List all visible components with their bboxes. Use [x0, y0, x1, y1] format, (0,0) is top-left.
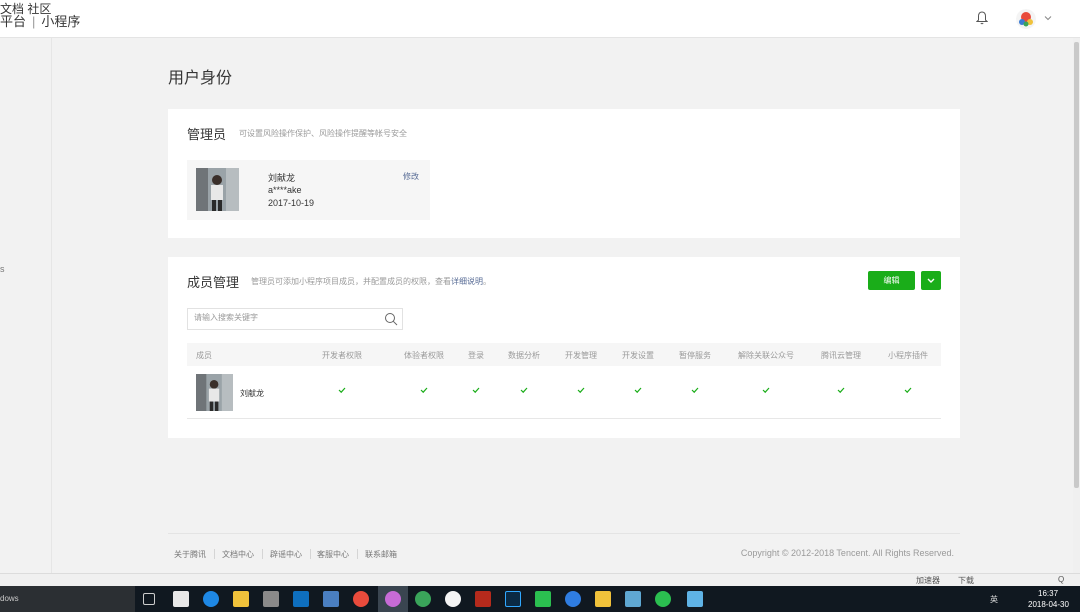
column-header: 暂停服务 [679, 351, 711, 360]
column-header: 数据分析 [508, 351, 540, 360]
chevron-down-icon [927, 278, 935, 283]
edge-icon[interactable] [203, 591, 219, 607]
app-icon[interactable] [535, 591, 551, 607]
members-title: 成员管理 [187, 275, 240, 290]
chevron-down-icon[interactable] [1043, 13, 1053, 23]
check-icon [472, 387, 480, 394]
folder-icon[interactable] [233, 591, 249, 607]
admin-desc: 可设置风险操作保护、风险操作提醒等帐号安全 [239, 129, 407, 138]
column-header: 开发者权限 [322, 351, 362, 360]
brand-platform: 平台 [0, 14, 27, 29]
task-view-icon[interactable] [143, 593, 155, 605]
user-avatar[interactable] [1016, 9, 1036, 29]
wechat-icon[interactable] [655, 591, 671, 607]
footer-separator [262, 549, 263, 559]
admin-name: 刘献龙 [268, 173, 296, 183]
app-icon[interactable] [323, 591, 339, 607]
more-dropdown-button[interactable] [921, 271, 941, 290]
admin-photo [196, 168, 239, 211]
footer-link-service[interactable]: 客服中心 [317, 549, 349, 560]
input-language[interactable]: 英 [990, 594, 998, 605]
member-search-box [187, 308, 403, 330]
brand[interactable]: 平台 | 小程序 [0, 11, 80, 30]
admin-title: 管理员 [187, 127, 227, 142]
browser-icon[interactable] [385, 591, 401, 607]
check-icon [338, 387, 346, 394]
footer-separator [214, 549, 215, 559]
column-header: 小程序插件 [888, 351, 928, 360]
clock-date[interactable]: 2018-04-30 [1028, 600, 1069, 609]
devtools-icon[interactable] [687, 591, 703, 607]
download-label[interactable]: 下载 [958, 575, 974, 586]
column-header: 腾讯云管理 [821, 351, 861, 360]
search-icon[interactable] [384, 312, 398, 326]
members-desc: 管理员可添加小程序项目成员，并配置成员的权限，查看详细说明。 [251, 276, 491, 287]
member-photo [196, 374, 233, 411]
app-icon[interactable] [415, 591, 431, 607]
column-header: 登录 [468, 351, 484, 360]
member-name: 刘献龙 [240, 389, 264, 398]
footer-link-rumor[interactable]: 辟谣中心 [270, 549, 302, 560]
admin-date: 2017-10-19 [268, 198, 315, 208]
column-header: 解除关联公众号 [738, 351, 794, 360]
brand-miniprogram: 小程序 [41, 14, 81, 29]
members-table-header: 成员 开发者权限 体验者权限 登录 数据分析 开发管理 开发设置 暂停服务 解除… [187, 343, 941, 366]
check-icon [520, 387, 528, 394]
bell-icon[interactable] [976, 11, 988, 25]
app-icon[interactable] [625, 591, 641, 607]
footer-link-email[interactable]: 联系邮箱 [365, 549, 397, 560]
members-card: 成员管理 管理员可添加小程序项目成员，并配置成员的权限，查看详细说明。 编辑 成… [168, 257, 960, 438]
store-icon[interactable] [173, 591, 189, 607]
check-icon [837, 387, 845, 394]
browser-status-bar: 加速器 下载 Q [0, 573, 1080, 586]
app-icon[interactable] [445, 591, 461, 607]
scrollbar-thumb[interactable] [1074, 42, 1079, 488]
page-title: 用户身份 [168, 70, 233, 87]
file-explorer-icon[interactable] [595, 591, 611, 607]
footer-separator [357, 549, 358, 559]
brand-separator: | [32, 14, 36, 29]
members-desc-end: 。 [483, 277, 491, 286]
member-search-input[interactable] [194, 313, 374, 322]
clock-time[interactable]: 16:37 [1038, 589, 1058, 598]
check-icon [904, 387, 912, 394]
filezilla-icon[interactable] [475, 591, 491, 607]
taskbar-search[interactable]: dows [0, 586, 135, 612]
edit-members-button[interactable]: 编辑 [868, 271, 915, 290]
column-header: 成员 [196, 351, 212, 360]
footer: 关于腾讯 文档中心 辟谣中心 客服中心 联系邮箱 Copyright © 201… [168, 533, 960, 573]
photoshop-icon[interactable] [505, 591, 521, 607]
details-link[interactable]: 详细说明 [451, 277, 483, 286]
column-header: 开发设置 [622, 351, 654, 360]
sidebar-mark: s [0, 264, 5, 274]
app-icon[interactable] [565, 591, 581, 607]
taskbar-search-text: dows [0, 594, 19, 603]
check-icon [577, 387, 585, 394]
top-bar: 平台 | 小程序 文档 社区 [0, 0, 1080, 38]
zoom-label[interactable]: Q [1058, 575, 1064, 584]
copyright: Copyright © 2012-2018 Tencent. All Right… [740, 548, 954, 558]
footer-link-docs[interactable]: 文档中心 [222, 549, 254, 560]
accelerator-label[interactable]: 加速器 [916, 575, 940, 586]
column-header: 开发管理 [565, 351, 597, 360]
chrome-icon[interactable] [353, 591, 369, 607]
footer-link-about[interactable]: 关于腾讯 [174, 549, 206, 560]
sidebar [0, 38, 52, 574]
table-row: 刘献龙 [187, 366, 941, 419]
app-icon[interactable] [263, 591, 279, 607]
windows-taskbar: dows 英 16:37 2018-04-30 [0, 586, 1080, 612]
check-icon [634, 387, 642, 394]
admin-card: 管理员 可设置风险操作保护、风险操作提醒等帐号安全 刘献龙 a****ake 2… [168, 109, 960, 238]
outlook-icon[interactable] [293, 591, 309, 607]
column-header: 体验者权限 [404, 351, 444, 360]
admin-account: a****ake [268, 185, 302, 195]
check-icon [691, 387, 699, 394]
admin-edit-link[interactable]: 修改 [403, 171, 419, 182]
admin-info-box: 刘献龙 a****ake 2017-10-19 修改 [187, 160, 430, 220]
footer-separator [310, 549, 311, 559]
check-icon [420, 387, 428, 394]
check-icon [762, 387, 770, 394]
members-desc-text: 管理员可添加小程序项目成员，并配置成员的权限，查看 [251, 277, 451, 286]
